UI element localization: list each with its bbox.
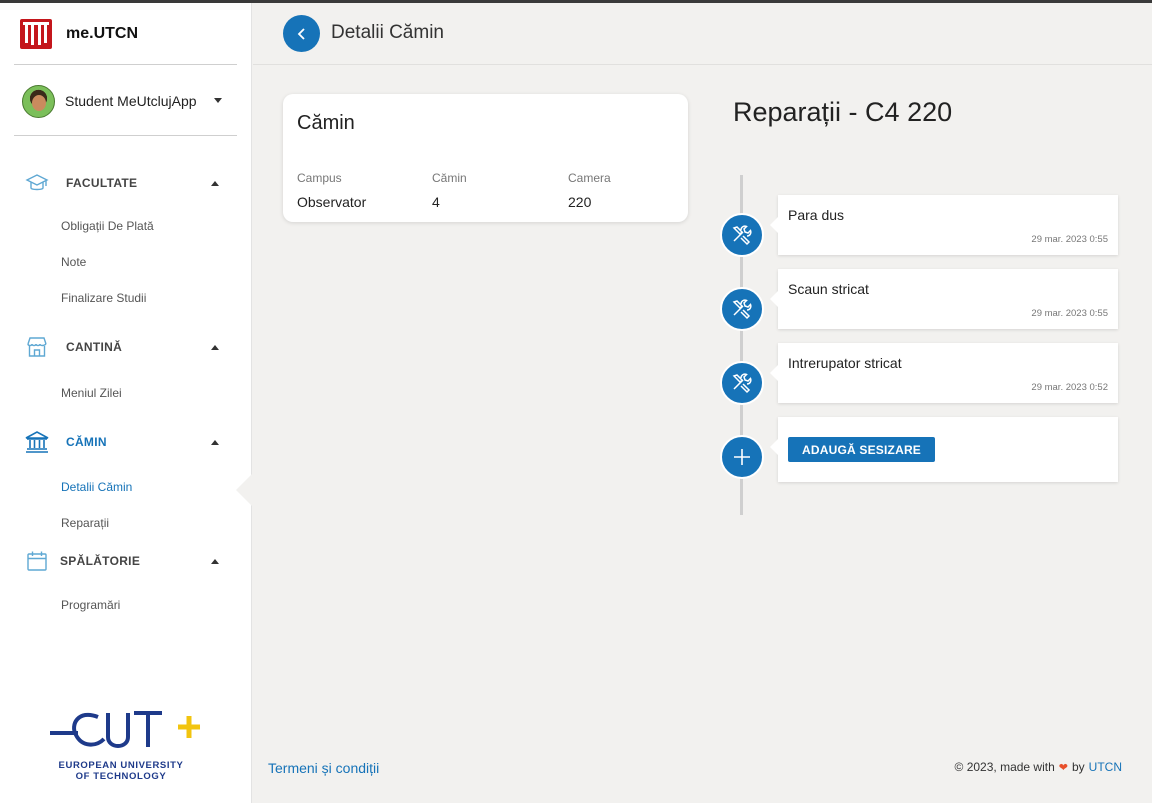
brand-name: me.UTCN xyxy=(66,25,139,42)
divider xyxy=(14,64,237,65)
plus-icon[interactable] xyxy=(720,435,764,479)
sidebar-item-programari[interactable]: Programări xyxy=(61,598,120,612)
eut-caption-line1: EUROPEAN UNIVERSITY xyxy=(58,760,184,771)
section-label: CANTINĂ xyxy=(66,340,123,354)
store-icon xyxy=(24,334,50,360)
avatar xyxy=(22,84,55,118)
section-camin[interactable]: CĂMIN xyxy=(24,429,224,455)
caret-up-icon[interactable] xyxy=(211,181,219,186)
caret-up-icon[interactable] xyxy=(211,440,219,445)
eut-caption-line2: OF TECHNOLOGY xyxy=(75,771,167,782)
repair-date: 29 mar. 2023 0:55 xyxy=(1031,308,1108,319)
section-label: FACULTATE xyxy=(66,176,138,190)
card-title: Cămin xyxy=(297,112,355,134)
camera-value: 220 xyxy=(568,194,592,210)
active-indicator xyxy=(236,474,252,506)
section-facultate[interactable]: FACULTATE xyxy=(24,170,224,196)
user-menu[interactable]: Student MeUtclujApp xyxy=(22,84,222,118)
utcn-link[interactable]: UTCN xyxy=(1089,760,1122,774)
sidebar: me.UTCN Student MeUtclujApp FACULTATE Ob… xyxy=(0,3,252,803)
camin-label: Cămin xyxy=(432,171,467,185)
sidebar-item-obligatii[interactable]: Obligații De Plată xyxy=(61,219,154,233)
tools-icon xyxy=(720,213,764,257)
camera-label: Camera xyxy=(568,171,611,185)
camin-value: 4 xyxy=(432,194,440,210)
section-label: SPĂLĂTORIE xyxy=(60,554,141,568)
sidebar-item-note[interactable]: Note xyxy=(61,255,86,269)
calendar-icon xyxy=(24,548,50,574)
chevron-left-icon xyxy=(297,27,305,40)
tools-icon xyxy=(720,287,764,331)
eut-logo: EUROPEAN UNIVERSITY OF TECHNOLOGY xyxy=(48,707,208,787)
divider xyxy=(14,135,237,136)
user-name: Student MeUtclujApp xyxy=(65,93,197,109)
timeline-add-item: ADAUGĂ SESIZARE xyxy=(770,417,1118,482)
terms-link[interactable]: Termeni și condiții xyxy=(268,760,379,776)
made-with-text: © 2023, made with xyxy=(954,760,1055,774)
sidebar-item-finalizare-studii[interactable]: Finalizare Studii xyxy=(61,291,146,305)
by-text: by xyxy=(1071,760,1085,774)
repair-date: 29 mar. 2023 0:52 xyxy=(1031,382,1108,393)
utcn-logo-icon xyxy=(20,19,52,49)
section-cantina[interactable]: CANTINĂ xyxy=(24,334,224,360)
campus-label: Campus xyxy=(297,171,342,185)
timeline-item[interactable]: Intrerupator stricat 29 mar. 2023 0:52 xyxy=(770,343,1118,403)
back-button[interactable] xyxy=(283,15,320,52)
tools-icon xyxy=(720,361,764,405)
eut-caption: EUROPEAN UNIVERSITY OF TECHNOLOGY xyxy=(48,760,194,782)
section-spalatorie[interactable]: SPĂLĂTORIE xyxy=(24,548,224,574)
sidebar-item-reparatii[interactable]: Reparații xyxy=(61,516,109,530)
timeline-item[interactable]: Para dus 29 mar. 2023 0:55 xyxy=(770,195,1118,255)
repair-title: Scaun stricat xyxy=(788,281,869,297)
repair-title: Para dus xyxy=(788,207,845,223)
caret-up-icon[interactable] xyxy=(211,559,219,564)
brand[interactable]: me.UTCN xyxy=(20,19,138,49)
graduation-cap-icon xyxy=(24,170,50,196)
heart-icon: ❤ xyxy=(1058,761,1068,774)
repairs-title: Reparații - C4 220 xyxy=(733,97,953,127)
section-label: CĂMIN xyxy=(66,435,107,449)
add-sesizare-button[interactable]: ADAUGĂ SESIZARE xyxy=(788,437,936,462)
campus-value: Observator xyxy=(297,194,367,210)
sidebar-item-meniul-zilei[interactable]: Meniul Zilei xyxy=(61,386,122,400)
repair-date: 29 mar. 2023 0:55 xyxy=(1031,234,1108,245)
camin-card: Cămin Campus Cămin Camera Observator 4 2… xyxy=(283,94,688,222)
sidebar-item-detalii-camin[interactable]: Detalii Cămin xyxy=(61,480,132,494)
repair-title: Intrerupator stricat xyxy=(788,355,902,371)
caret-down-icon[interactable] xyxy=(214,98,222,103)
caret-up-icon[interactable] xyxy=(211,345,219,350)
bank-icon xyxy=(24,429,50,455)
page-header: Detalii Cămin xyxy=(253,3,1152,65)
page-title: Detalii Cămin xyxy=(331,22,444,43)
eut-plus-logo-icon xyxy=(50,711,200,748)
footer-credits: © 2023, made with ❤ by UTCN xyxy=(955,760,1122,774)
timeline-item[interactable]: Scaun stricat 29 mar. 2023 0:55 xyxy=(770,269,1118,329)
